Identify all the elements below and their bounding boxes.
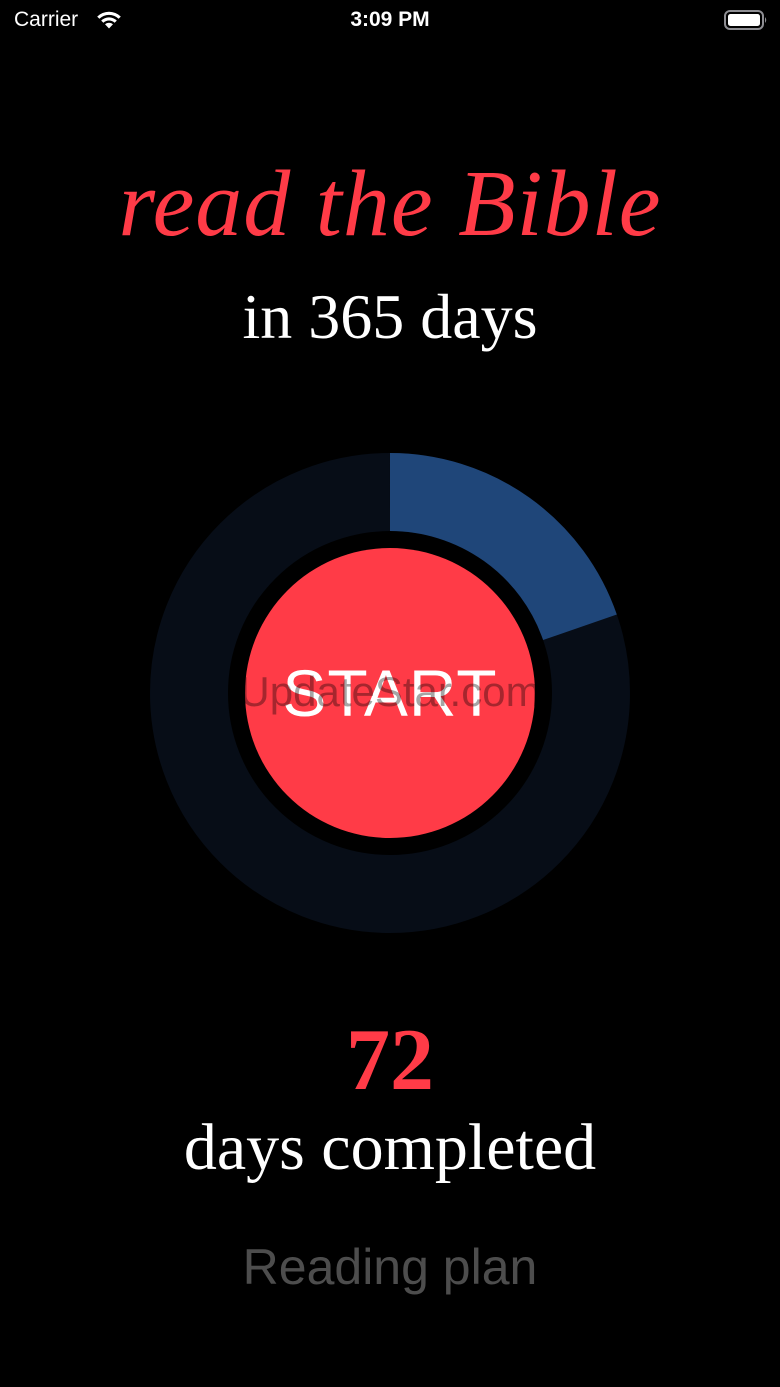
status-bar: Carrier 3:09 PM (0, 0, 780, 40)
page-subtitle: in 365 days (242, 281, 538, 352)
days-completed-label: days completed (183, 1111, 597, 1184)
start-button-label: START (282, 656, 498, 730)
battery-icon (724, 10, 767, 30)
reading-plan-link[interactable]: Reading plan (0, 1238, 780, 1296)
status-time: 3:09 PM (350, 8, 430, 31)
start-button[interactable]: START (245, 548, 535, 838)
page-title: read the Bible (118, 152, 662, 256)
days-completed-count: 72 (346, 1012, 434, 1109)
